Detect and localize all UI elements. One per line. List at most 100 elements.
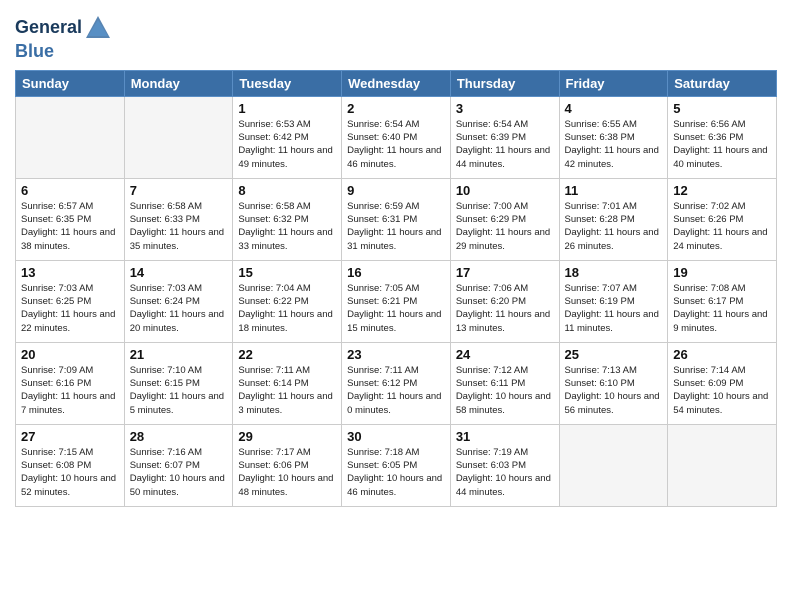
logo: General Blue [15,14,112,62]
calendar-day-cell: 17 Sunrise: 7:06 AM Sunset: 6:20 PM Dayli… [450,260,559,342]
weekday-header: Thursday [450,70,559,96]
weekday-header: Wednesday [342,70,451,96]
day-number: 27 [21,429,119,444]
calendar-day-cell: 18 Sunrise: 7:07 AM Sunset: 6:19 PM Dayli… [559,260,668,342]
day-number: 10 [456,183,554,198]
day-number: 3 [456,101,554,116]
day-number: 6 [21,183,119,198]
calendar-day-cell: 25Sunrise: 7:13 AM Sunset: 6:10 PM Dayli… [559,342,668,424]
calendar-day-cell: 11Sunrise: 7:01 AM Sunset: 6:28 PM Dayli… [559,178,668,260]
day-number: 14 [130,265,228,280]
calendar-day-cell: 21Sunrise: 7:10 AM Sunset: 6:15 PM Dayli… [124,342,233,424]
day-info: Sunrise: 7:04 AM Sunset: 6:22 PM Dayligh… [238,282,336,335]
day-number: 19 [673,265,771,280]
logo-text-blue: Blue [15,42,112,62]
day-info: Sunrise: 7:17 AM Sunset: 6:06 PM Dayligh… [238,446,336,499]
day-number: 30 [347,429,445,444]
calendar-week-row: 20 Sunrise: 7:09 AM Sunset: 6:16 PM Dayli… [16,342,777,424]
day-info: Sunrise: 7:11 AM Sunset: 6:14 PM Dayligh… [238,364,336,417]
day-number: 21 [130,347,228,362]
calendar-day-cell: 30Sunrise: 7:18 AM Sunset: 6:05 PM Dayli… [342,424,451,506]
day-info: Sunrise: 7:07 AM Sunset: 6:19 PM Dayligh… [565,282,663,335]
day-number: 17 [456,265,554,280]
day-info: Sunrise: 7:03 AM Sunset: 6:25 PM Dayligh… [21,282,119,335]
weekday-header: Saturday [668,70,777,96]
day-info: Sunrise: 6:58 AM Sunset: 6:32 PM Dayligh… [238,200,336,253]
calendar-day-cell: 29 Sunrise: 7:17 AM Sunset: 6:06 PM Dayli… [233,424,342,506]
calendar-day-cell: 13 Sunrise: 7:03 AM Sunset: 6:25 PM Dayli… [16,260,125,342]
day-number: 22 [238,347,336,362]
page-container: General Blue SundayMondayTuesdayWednesda… [0,0,792,612]
day-number: 8 [238,183,336,198]
day-info: Sunrise: 7:06 AM Sunset: 6:20 PM Dayligh… [456,282,554,335]
calendar-day-cell: 22 Sunrise: 7:11 AM Sunset: 6:14 PM Dayli… [233,342,342,424]
calendar-day-cell: 2 Sunrise: 6:54 AM Sunset: 6:40 PM Daylig… [342,96,451,178]
calendar-day-cell: 16 Sunrise: 7:05 AM Sunset: 6:21 PM Dayli… [342,260,451,342]
calendar-day-cell: 4 Sunrise: 6:55 AM Sunset: 6:38 PM Daylig… [559,96,668,178]
weekday-header: Tuesday [233,70,342,96]
day-number: 9 [347,183,445,198]
calendar-day-cell [559,424,668,506]
calendar-day-cell: 19Sunrise: 7:08 AM Sunset: 6:17 PM Dayli… [668,260,777,342]
day-number: 26 [673,347,771,362]
day-number: 2 [347,101,445,116]
calendar-day-cell: 26 Sunrise: 7:14 AM Sunset: 6:09 PM Dayli… [668,342,777,424]
day-number: 31 [456,429,554,444]
day-info: Sunrise: 6:58 AM Sunset: 6:33 PM Dayligh… [130,200,228,253]
day-info: Sunrise: 7:01 AM Sunset: 6:28 PM Dayligh… [565,200,663,253]
day-number: 12 [673,183,771,198]
day-info: Sunrise: 7:11 AM Sunset: 6:12 PM Dayligh… [347,364,445,417]
calendar-week-row: 13 Sunrise: 7:03 AM Sunset: 6:25 PM Dayli… [16,260,777,342]
day-number: 7 [130,183,228,198]
calendar-day-cell: 12 Sunrise: 7:02 AM Sunset: 6:26 PM Dayli… [668,178,777,260]
day-number: 4 [565,101,663,116]
calendar-day-cell: 27 Sunrise: 7:15 AM Sunset: 6:08 PM Dayli… [16,424,125,506]
calendar-day-cell: 23 Sunrise: 7:11 AM Sunset: 6:12 PM Dayli… [342,342,451,424]
calendar-day-cell: 31 Sunrise: 7:19 AM Sunset: 6:03 PM Dayli… [450,424,559,506]
day-info: Sunrise: 6:54 AM Sunset: 6:40 PM Dayligh… [347,118,445,171]
weekday-header: Monday [124,70,233,96]
calendar-day-cell: 3Sunrise: 6:54 AM Sunset: 6:39 PM Daylig… [450,96,559,178]
calendar-day-cell: 20 Sunrise: 7:09 AM Sunset: 6:16 PM Dayli… [16,342,125,424]
calendar-day-cell: 14 Sunrise: 7:03 AM Sunset: 6:24 PM Dayli… [124,260,233,342]
day-info: Sunrise: 6:57 AM Sunset: 6:35 PM Dayligh… [21,200,119,253]
calendar-day-cell [16,96,125,178]
calendar-day-cell: 8 Sunrise: 6:58 AM Sunset: 6:32 PM Daylig… [233,178,342,260]
day-info: Sunrise: 6:56 AM Sunset: 6:36 PM Dayligh… [673,118,771,171]
logo-icon [84,14,112,42]
calendar-week-row: 6 Sunrise: 6:57 AM Sunset: 6:35 PM Daylig… [16,178,777,260]
day-info: Sunrise: 7:14 AM Sunset: 6:09 PM Dayligh… [673,364,771,417]
calendar-day-cell: 9 Sunrise: 6:59 AM Sunset: 6:31 PM Daylig… [342,178,451,260]
calendar-table: SundayMondayTuesdayWednesdayThursdayFrid… [15,70,777,507]
day-info: Sunrise: 7:05 AM Sunset: 6:21 PM Dayligh… [347,282,445,335]
calendar-day-cell: 6 Sunrise: 6:57 AM Sunset: 6:35 PM Daylig… [16,178,125,260]
day-number: 20 [21,347,119,362]
day-info: Sunrise: 7:15 AM Sunset: 6:08 PM Dayligh… [21,446,119,499]
logo-text-general: General [15,18,82,38]
day-info: Sunrise: 6:55 AM Sunset: 6:38 PM Dayligh… [565,118,663,171]
calendar-day-cell [124,96,233,178]
day-info: Sunrise: 6:53 AM Sunset: 6:42 PM Dayligh… [238,118,336,171]
day-number: 5 [673,101,771,116]
calendar-day-cell: 1 Sunrise: 6:53 AM Sunset: 6:42 PM Daylig… [233,96,342,178]
calendar-day-cell: 15Sunrise: 7:04 AM Sunset: 6:22 PM Dayli… [233,260,342,342]
day-info: Sunrise: 7:13 AM Sunset: 6:10 PM Dayligh… [565,364,663,417]
day-info: Sunrise: 7:16 AM Sunset: 6:07 PM Dayligh… [130,446,228,499]
calendar-day-cell: 28Sunrise: 7:16 AM Sunset: 6:07 PM Dayli… [124,424,233,506]
day-info: Sunrise: 7:03 AM Sunset: 6:24 PM Dayligh… [130,282,228,335]
day-info: Sunrise: 7:12 AM Sunset: 6:11 PM Dayligh… [456,364,554,417]
day-number: 23 [347,347,445,362]
day-number: 16 [347,265,445,280]
day-number: 1 [238,101,336,116]
calendar-day-cell: 7 Sunrise: 6:58 AM Sunset: 6:33 PM Daylig… [124,178,233,260]
day-info: Sunrise: 7:19 AM Sunset: 6:03 PM Dayligh… [456,446,554,499]
day-number: 13 [21,265,119,280]
day-info: Sunrise: 7:02 AM Sunset: 6:26 PM Dayligh… [673,200,771,253]
calendar-week-row: 1 Sunrise: 6:53 AM Sunset: 6:42 PM Daylig… [16,96,777,178]
day-info: Sunrise: 6:59 AM Sunset: 6:31 PM Dayligh… [347,200,445,253]
header: General Blue [15,10,777,62]
day-info: Sunrise: 7:09 AM Sunset: 6:16 PM Dayligh… [21,364,119,417]
day-info: Sunrise: 7:00 AM Sunset: 6:29 PM Dayligh… [456,200,554,253]
day-number: 18 [565,265,663,280]
day-number: 29 [238,429,336,444]
